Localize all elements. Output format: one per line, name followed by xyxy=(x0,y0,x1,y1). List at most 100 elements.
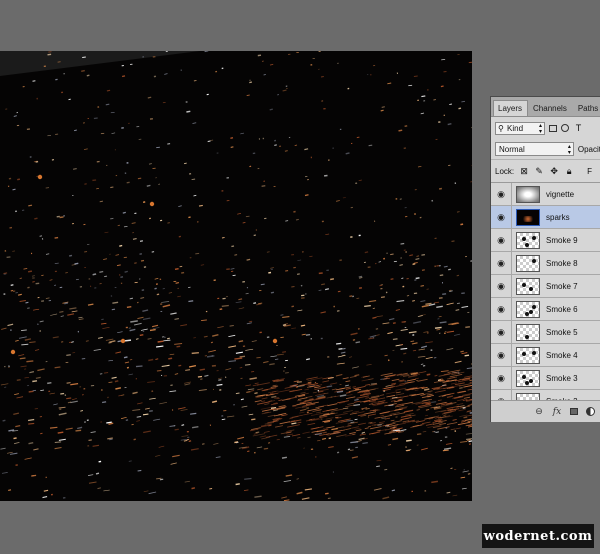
spark-streak xyxy=(372,307,375,309)
layer-row[interactable]: ◉ Smoke 8 xyxy=(491,252,600,275)
spark-streak xyxy=(364,304,371,308)
spark-streak xyxy=(300,297,305,300)
layer-row[interactable]: ◉ vignette xyxy=(491,183,600,206)
spark-streak xyxy=(186,110,191,113)
spark-streak xyxy=(143,430,151,434)
spark-streak xyxy=(334,412,348,417)
eye-visibility-icon[interactable]: ◉ xyxy=(491,327,511,338)
spark-streak xyxy=(325,492,329,495)
tab-paths[interactable]: Paths xyxy=(573,100,600,116)
layer-row[interactable]: ◉ sparks xyxy=(491,206,600,229)
lock-position-icon[interactable]: ✥ xyxy=(549,166,559,177)
spark-streak xyxy=(420,394,426,396)
spark-streak xyxy=(382,388,391,392)
spark-streak xyxy=(424,414,429,417)
spark-streak xyxy=(446,491,451,494)
spark-streak xyxy=(455,427,461,430)
spark-streak xyxy=(181,435,189,437)
spark-streak xyxy=(425,302,432,305)
eye-visibility-icon[interactable]: ◉ xyxy=(491,350,511,361)
spark-streak xyxy=(250,390,255,392)
spark-streak xyxy=(27,418,35,422)
add-mask-icon[interactable] xyxy=(570,408,578,415)
spark-streak xyxy=(166,337,170,340)
layer-row[interactable]: ◉ Smoke 3 xyxy=(491,367,600,390)
eye-visibility-icon[interactable]: ◉ xyxy=(491,258,511,269)
spark-streak xyxy=(54,262,59,264)
spark-streak xyxy=(100,322,107,325)
spark-streak xyxy=(349,295,353,298)
spark-streak xyxy=(470,363,472,365)
spark-streak xyxy=(199,368,206,371)
eye-visibility-icon[interactable]: ◉ xyxy=(491,373,511,384)
layer-row[interactable]: ◉ Smoke 4 xyxy=(491,344,600,367)
eye-visibility-icon[interactable]: ◉ xyxy=(491,212,511,223)
layer-row[interactable]: ◉ Smoke 7 xyxy=(491,275,600,298)
spark-streak xyxy=(34,217,38,220)
spark-streak xyxy=(28,390,34,393)
spark-streak xyxy=(438,297,443,300)
spark-streak xyxy=(145,407,150,410)
spark-streak xyxy=(459,387,463,389)
spark-streak xyxy=(421,394,434,399)
spark-streak xyxy=(438,187,443,190)
divider xyxy=(511,252,512,274)
eye-visibility-icon[interactable]: ◉ xyxy=(491,235,511,246)
spark-streak xyxy=(278,399,283,401)
spark-streak xyxy=(278,389,290,393)
spark-streak xyxy=(27,307,30,309)
spark-streak xyxy=(0,383,9,386)
spark-streak xyxy=(415,377,419,380)
spark-streak xyxy=(417,356,426,358)
spark-streak xyxy=(433,430,436,433)
spark-streak xyxy=(281,406,287,408)
spark-streak xyxy=(402,395,409,398)
lock-all-icon[interactable]: 🔒︎ xyxy=(564,166,574,177)
adjustment-layer-icon[interactable] xyxy=(586,407,595,416)
spark-streak xyxy=(123,226,128,228)
spark-streak xyxy=(328,446,334,448)
spark-streak xyxy=(350,332,358,336)
spark-streak xyxy=(448,289,452,291)
adjustment-filter-icon[interactable] xyxy=(561,124,569,132)
blend-mode-select[interactable]: Normal ▴ ▾ xyxy=(495,142,574,156)
spark-streak xyxy=(384,417,391,420)
spark-streak xyxy=(104,231,109,234)
tab-layers[interactable]: Layers xyxy=(493,100,529,116)
spark-streak xyxy=(367,413,376,416)
eye-visibility-icon[interactable]: ◉ xyxy=(491,189,511,200)
tab-channels[interactable]: Channels xyxy=(528,100,573,116)
spark-streak xyxy=(14,393,19,396)
lock-transparent-pixels-icon[interactable]: ⊠ xyxy=(519,166,529,177)
eye-visibility-icon[interactable]: ◉ xyxy=(491,304,511,315)
spark-streak xyxy=(137,402,143,405)
layer-style-fx-icon[interactable]: fx xyxy=(552,407,562,417)
eye-visibility-icon[interactable]: ◉ xyxy=(491,281,511,292)
lock-image-pixels-icon[interactable]: ✎ xyxy=(534,166,544,177)
spark-streak xyxy=(390,419,395,422)
spark-streak xyxy=(18,354,25,357)
spark-streak xyxy=(443,414,447,416)
spark-streak xyxy=(240,398,244,401)
link-layers-icon[interactable]: ⊖ xyxy=(534,406,544,417)
spark-streak xyxy=(75,429,82,432)
spark-streak xyxy=(325,417,334,420)
layer-row[interactable]: ◉ Smoke 5 xyxy=(491,321,600,344)
spark-streak xyxy=(184,162,187,165)
spark-streak xyxy=(147,96,152,99)
layer-name: Smoke 5 xyxy=(546,327,578,337)
spark-streak xyxy=(380,414,384,417)
spark-streak xyxy=(456,274,460,277)
layer-row[interactable]: ◉ Smoke 9 xyxy=(491,229,600,252)
image-filter-icon[interactable] xyxy=(549,124,557,132)
type-filter-icon[interactable]: T xyxy=(573,123,584,134)
spark-streak xyxy=(392,437,399,441)
spark-streak xyxy=(305,333,311,336)
filter-kind-select[interactable]: ⚲ Kind ▴ ▾ xyxy=(495,121,545,135)
spark-streak xyxy=(10,284,14,286)
spark-streak xyxy=(54,441,62,443)
spark-streak xyxy=(13,437,17,440)
layer-row[interactable]: ◉ Smoke 6 xyxy=(491,298,600,321)
spark-streak xyxy=(434,301,440,304)
document-canvas[interactable] xyxy=(0,51,472,501)
